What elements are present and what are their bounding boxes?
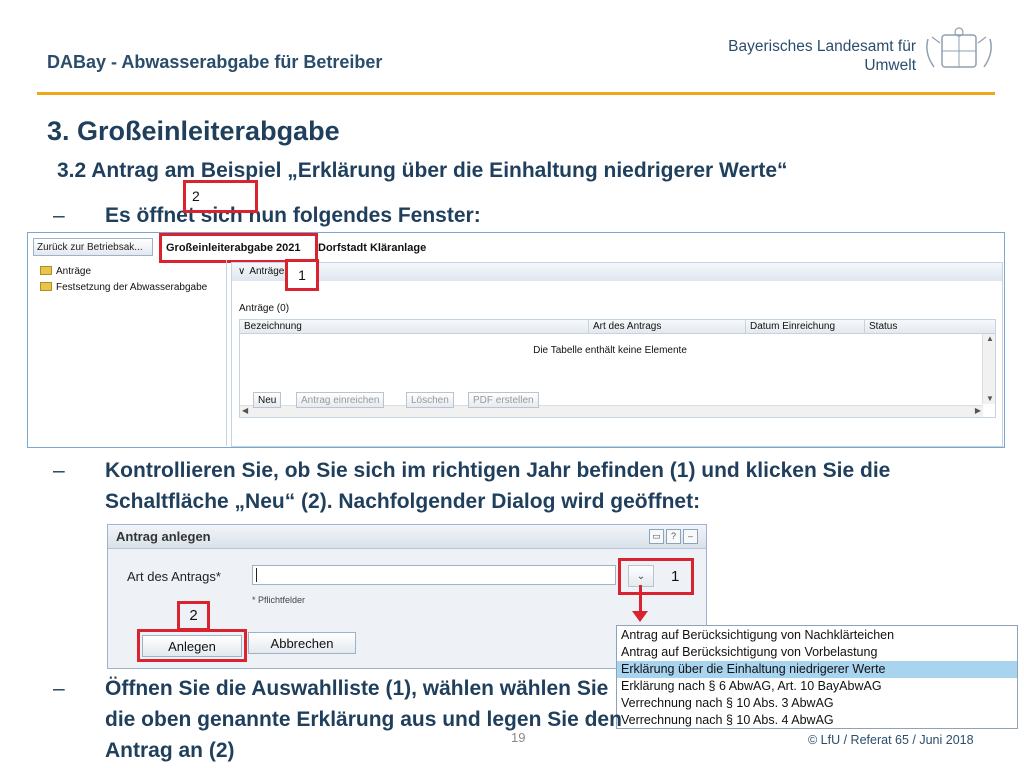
option-vorbelastung[interactable]: Antrag auf Berücksichtigung von Vorbelas… xyxy=(617,644,1017,661)
marker-2: 2 xyxy=(177,601,210,631)
highlight-create-button xyxy=(137,629,247,662)
organization-line-1: Bayerisches Landesamt für xyxy=(728,38,916,55)
empty-table-message: Die Tabelle enthält keine Elemente xyxy=(533,345,687,356)
required-fields-note: * Pflichtfelder xyxy=(252,595,306,605)
option-niedrigere-werte[interactable]: Erklärung über die Einhaltung niedrigere… xyxy=(617,661,1017,678)
delete-button[interactable]: Löschen xyxy=(406,392,454,408)
application-type-label: Art des Antrags* xyxy=(127,569,221,584)
header-divider xyxy=(37,92,995,95)
presentation-title: DABay - Abwasserabgabe für Betreiber xyxy=(47,52,383,72)
bullet-dash: – xyxy=(53,204,65,227)
comment-icon[interactable]: ▭ xyxy=(649,529,664,544)
tree-item-antraege[interactable]: Anträge xyxy=(40,265,91,279)
option-verrechnung-abs3[interactable]: Verrechnung nach § 10 Abs. 3 AbwAG xyxy=(617,695,1017,712)
tab-plant-name: Dorfstadt Kläranlage xyxy=(318,242,427,254)
scroll-right-icon[interactable]: ▶ xyxy=(975,406,981,416)
table-header: Bezeichnung Art des Antrags Datum Einrei… xyxy=(239,319,996,334)
panel-title: Anträge xyxy=(249,266,285,277)
help-icon[interactable]: ? xyxy=(666,529,681,544)
bullet-3: – Öffnen Sie die Auswahlliste (1), wähle… xyxy=(53,673,625,766)
page-number: 19 xyxy=(511,730,526,745)
marker-2: 2 xyxy=(192,188,200,204)
antraege-count: Anträge (0) xyxy=(239,303,290,314)
option-nachklaerteiche[interactable]: Antrag auf Berücksichtigung von Nachklär… xyxy=(617,627,1017,644)
organization-name: Bayerisches Landesamt für Umwelt xyxy=(728,37,916,75)
column-status[interactable]: Status xyxy=(864,320,989,334)
bullet-1: – Es öffnet sich nun folgendes Fenster: xyxy=(53,200,481,231)
bullet-text: Öffnen Sie die Auswahlliste (1), wählen … xyxy=(105,677,622,762)
application-type-combobox[interactable] xyxy=(252,565,616,585)
bullet-text: Es öffnet sich nun folgendes Fenster: xyxy=(105,204,481,227)
minimize-icon[interactable]: – xyxy=(683,529,698,544)
cancel-button[interactable]: Abbrechen xyxy=(248,632,356,654)
slide-title: 3. Großeinleiterabgabe xyxy=(47,116,340,146)
bullet-text: Kontrollieren Sie, ob Sie sich im richti… xyxy=(105,459,891,513)
application-type-options: Antrag auf Berücksichtigung von Nachklär… xyxy=(616,625,1018,729)
tree-item-label: Festsetzung der Abwasserabgabe xyxy=(56,282,208,293)
folder-icon xyxy=(40,282,52,291)
option-verrechnung-abs4[interactable]: Verrechnung nach § 10 Abs. 4 AbwAG xyxy=(617,712,1017,729)
dialog-title: Antrag anlegen xyxy=(116,529,211,544)
column-art-des-antrags[interactable]: Art des Antrags xyxy=(588,320,746,334)
navigation-tree: Anträge Festsetzung der Abwasserabgabe xyxy=(28,260,227,446)
scroll-up-icon[interactable]: ▲ xyxy=(986,334,994,344)
new-button[interactable]: Neu xyxy=(253,392,282,408)
bullet-dash: – xyxy=(53,677,65,700)
antraege-panel: ∨ Anträge Anträge (0) Bezeichnung Art des… xyxy=(231,262,1003,447)
panel-header[interactable]: ∨ Anträge xyxy=(232,263,1002,281)
submit-application-button[interactable]: Antrag einreichen xyxy=(296,392,385,408)
slide-subtitle: 3.2 Antrag am Beispiel „Erklärung über d… xyxy=(57,159,788,182)
bullet-2: – Kontrollieren Sie, ob Sie sich im rich… xyxy=(53,455,1005,517)
footer-copyright: © LfU / Referat 65 / Juni 2018 xyxy=(808,733,974,747)
back-to-operator-file-button[interactable]: Zurück zur Betriebsak... xyxy=(33,238,153,256)
marker-1: 1 xyxy=(671,568,680,585)
highlight-dropdown xyxy=(618,558,694,595)
marker-1: 1 xyxy=(285,259,319,291)
text-caret xyxy=(256,568,257,582)
column-bezeichnung[interactable]: Bezeichnung xyxy=(240,320,588,334)
app-screenshot: Zurück zur Betriebsak... Großeinleiterab… xyxy=(27,232,1005,448)
chevron-down-icon: ∨ xyxy=(238,266,246,277)
tree-item-festsetzung[interactable]: Festsetzung der Abwasserabgabe xyxy=(40,281,207,295)
tree-item-label: Anträge xyxy=(56,266,92,277)
folder-icon xyxy=(40,266,52,275)
column-datum-einreichung[interactable]: Datum Einreichung xyxy=(745,320,863,334)
vertical-scrollbar[interactable]: ▲ ▼ xyxy=(982,334,995,404)
dialog-header: Antrag anlegen ▭ ? – xyxy=(108,525,706,549)
bavarian-crest-logo xyxy=(926,27,992,68)
option-erklaerung-par6[interactable]: Erklärung nach § 6 AbwAG, Art. 10 BayAbw… xyxy=(617,678,1017,695)
create-pdf-button[interactable]: PDF erstellen xyxy=(468,392,539,408)
scroll-left-icon[interactable]: ◀ xyxy=(242,406,248,416)
organization-line-2: Umwelt xyxy=(864,57,916,74)
bullet-dash: – xyxy=(53,459,65,482)
arrow-down-icon xyxy=(632,611,648,622)
scroll-down-icon[interactable]: ▼ xyxy=(986,394,994,404)
